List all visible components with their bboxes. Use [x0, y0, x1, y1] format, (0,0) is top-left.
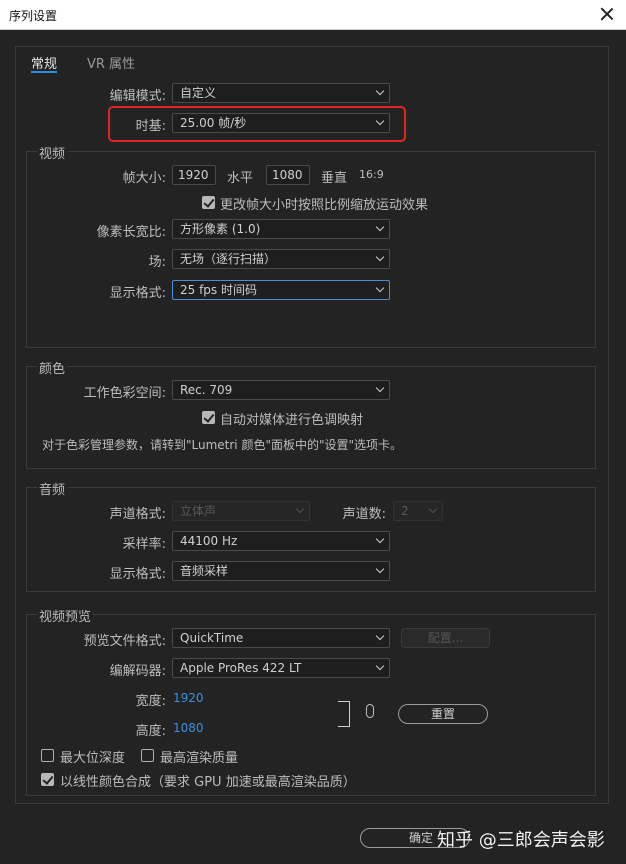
fields-dropdown[interactable]: 无场（逐行扫描）: [172, 249, 390, 269]
editing-mode-dropdown[interactable]: 自定义: [172, 83, 390, 103]
sample-rate-label: 采样率:: [122, 537, 166, 552]
chevron-down-icon: [375, 222, 385, 232]
pixel-aspect-label: 像素长宽比:: [96, 225, 166, 240]
preview-group-title: 视频预览: [37, 606, 94, 625]
audio-display-format-dropdown[interactable]: 音频采样: [172, 561, 390, 581]
chevron-down-icon: [375, 661, 385, 671]
chevron-down-icon: [295, 504, 305, 514]
watermark-text: 知乎 @三郎会声会影: [437, 830, 605, 851]
audio-display-format-value: 音频采样: [180, 564, 229, 578]
auto-tone-checkbox-label: 自动对媒体进行色调映射: [220, 413, 364, 428]
scale-checkbox-label: 更改帧大小时按照比例缩放运动效果: [220, 198, 429, 213]
reset-button[interactable]: 重置: [398, 704, 488, 724]
video-group-title: 视频: [37, 143, 68, 162]
codec-value: Apple ProRes 422 LT: [180, 661, 302, 675]
working-space-dropdown[interactable]: Rec. 709: [172, 380, 390, 400]
chevron-down-icon: [375, 283, 385, 293]
working-space-value: Rec. 709: [180, 383, 233, 397]
preview-format-value: QuickTime: [180, 631, 244, 645]
channels-value: 2: [401, 504, 409, 518]
window-title: 序列设置: [9, 9, 58, 23]
chevron-down-icon: [375, 86, 385, 96]
horizontal-label: 水平: [227, 171, 254, 186]
scale-checkbox[interactable]: [202, 196, 215, 209]
frame-width-input[interactable]: 1920: [172, 165, 216, 185]
link-icon[interactable]: [366, 704, 374, 718]
tab-general[interactable]: 常规: [31, 53, 58, 73]
channels-dropdown[interactable]: 2: [393, 501, 443, 521]
sample-rate-dropdown[interactable]: 44100 Hz: [172, 531, 390, 551]
pixel-aspect-dropdown[interactable]: 方形像素 (1.0): [172, 219, 390, 239]
color-group-title: 颜色: [37, 358, 68, 377]
chevron-down-icon: [375, 534, 385, 544]
codec-label: 编解码器:: [109, 664, 166, 679]
preview-format-label: 预览文件格式:: [83, 634, 166, 649]
tab-vr[interactable]: VR 属性: [87, 53, 135, 72]
color-note: 对于色彩管理参数，请转到"Lumetri 颜色"面板中的"设置"选项卡。: [42, 438, 403, 452]
preview-width-label: 宽度:: [135, 694, 166, 709]
vertical-label: 垂直: [321, 171, 348, 186]
channel-format-label: 声道格式:: [109, 507, 166, 522]
frame-height-input[interactable]: 1080: [266, 165, 310, 185]
channel-format-value: 立体声: [180, 504, 217, 518]
fields-label: 场:: [148, 255, 166, 270]
max-depth-checkbox[interactable]: [41, 749, 54, 762]
timebase-dropdown[interactable]: 25.00 帧/秒: [172, 113, 390, 133]
timebase-value: 25.00 帧/秒: [180, 116, 247, 130]
max-quality-label: 最高渲染质量: [160, 751, 239, 766]
pixel-aspect-value: 方形像素 (1.0): [180, 222, 261, 236]
close-icon[interactable]: [598, 5, 616, 23]
max-quality-checkbox[interactable]: [141, 749, 154, 762]
bracket-icon: [338, 701, 350, 727]
frame-size-label: 帧大小:: [122, 171, 166, 186]
aspect-ratio-text: 16:9: [359, 168, 384, 181]
chevron-down-icon: [375, 383, 385, 393]
linear-color-checkbox[interactable]: [41, 773, 54, 786]
timebase-label: 时基:: [135, 119, 166, 134]
auto-tone-checkbox[interactable]: [202, 411, 215, 424]
preview-width-value[interactable]: 1920: [173, 691, 204, 705]
fields-value: 无场（逐行扫描）: [180, 252, 277, 266]
max-depth-label: 最大位深度: [60, 751, 126, 766]
video-display-format-dropdown[interactable]: 25 fps 时间码: [172, 280, 390, 300]
chevron-down-icon: [375, 564, 385, 574]
audio-group-title: 音频: [37, 479, 68, 498]
preview-format-dropdown[interactable]: QuickTime: [172, 628, 390, 648]
video-display-format-label: 显示格式:: [109, 286, 166, 301]
preview-height-label: 高度:: [135, 724, 166, 739]
chevron-down-icon: [375, 631, 385, 641]
chevron-down-icon: [375, 252, 385, 262]
config-button[interactable]: 配置...: [401, 628, 490, 648]
channel-format-dropdown[interactable]: 立体声: [172, 501, 310, 521]
codec-dropdown[interactable]: Apple ProRes 422 LT: [172, 658, 390, 678]
linear-color-label: 以线性颜色合成（要求 GPU 加速或最高渲染品质）: [60, 775, 356, 790]
preview-height-value[interactable]: 1080: [173, 721, 204, 735]
sample-rate-value: 44100 Hz: [180, 534, 238, 548]
working-space-label: 工作色彩空间:: [83, 386, 166, 401]
title-bar: 序列设置: [0, 0, 626, 30]
video-display-format-value: 25 fps 时间码: [180, 283, 257, 297]
channels-label: 声道数:: [342, 507, 386, 522]
chevron-down-icon: [375, 116, 385, 126]
editing-mode-value: 自定义: [180, 86, 217, 100]
chevron-down-icon: [428, 504, 438, 514]
editing-mode-label: 编辑模式:: [109, 89, 166, 104]
audio-display-format-label: 显示格式:: [109, 567, 166, 582]
